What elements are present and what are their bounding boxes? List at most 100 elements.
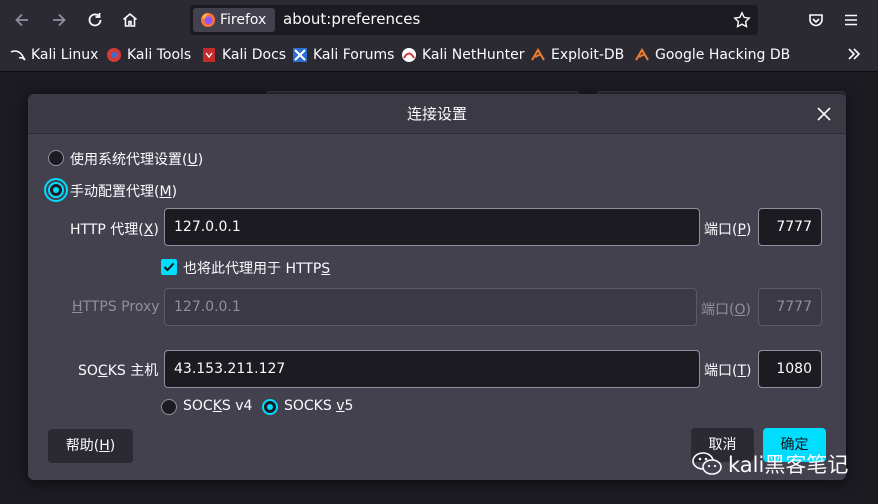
label-text: 也将此代理用于 HTTP — [183, 261, 322, 277]
help-button[interactable]: 帮助(H) — [48, 429, 133, 463]
label-text: 5 — [344, 398, 354, 414]
access-key: S — [321, 261, 331, 277]
bookmark-kali-docs[interactable]: Kali Docs — [201, 47, 286, 63]
exploit-db-icon — [531, 48, 545, 61]
system-proxy-radio[interactable] — [48, 150, 64, 166]
access-key: T — [737, 363, 747, 379]
bookmark-label: Kali Forums — [313, 47, 395, 63]
label-text: ) — [153, 222, 159, 238]
label-text: 端口( — [704, 222, 738, 238]
browser-toolbar: Firefox about:preferences — [0, 0, 878, 40]
socks-host-label: SOCKS 主机 — [78, 360, 158, 380]
label-text: S v4 — [221, 398, 253, 414]
hamburger-menu-icon — [845, 14, 857, 26]
label-text: 帮助( — [65, 438, 100, 454]
https-proxy-label: HTTPS Proxy — [72, 299, 160, 315]
back-button[interactable] — [8, 6, 36, 34]
menu-button[interactable] — [837, 6, 865, 34]
bookmark-exploit-db[interactable]: Exploit-DB — [530, 47, 624, 63]
http-proxy-label: HTTP 代理(X) — [70, 219, 159, 239]
access-key: C — [97, 363, 108, 379]
identity-box[interactable]: Firefox — [193, 8, 275, 32]
socks-v4-radio[interactable] — [161, 399, 177, 415]
firefox-logo-icon — [201, 13, 215, 27]
dialog-title: 连接设置 — [28, 94, 846, 134]
label-text: 使用系统代理设置( — [70, 152, 188, 168]
access-key: K — [212, 398, 222, 414]
label-text: SOCKS — [284, 398, 337, 414]
label-text: SOC — [183, 398, 213, 414]
access-key: H — [72, 299, 83, 315]
bookmark-label: Exploit-DB — [551, 47, 625, 63]
http-port-input[interactable]: 7777 — [758, 208, 822, 246]
forward-button[interactable] — [45, 6, 73, 34]
label-text: ) — [171, 184, 178, 200]
wechat-logo-icon — [692, 452, 722, 475]
manual-proxy-label[interactable]: 手动配置代理(M) — [70, 181, 177, 201]
bookmark-label: Kali Linux — [31, 47, 99, 63]
bookmark-google-hacking-db[interactable]: Google Hacking DB — [634, 47, 790, 63]
reload-icon — [88, 13, 102, 27]
bookmark-label: Kali NetHunter — [422, 47, 525, 63]
identity-label: Firefox — [220, 12, 267, 28]
socks-port-label: 端口(T) — [704, 360, 752, 380]
bookmark-kali-forums[interactable]: Kali Forums — [292, 47, 394, 63]
socks-port-input[interactable]: 1080 — [758, 350, 822, 388]
close-icon[interactable] — [814, 104, 834, 124]
https-port-input[interactable]: 7777 — [758, 288, 822, 326]
kali-nethunter-icon — [402, 48, 416, 62]
label-text: ) — [745, 302, 751, 318]
bookmark-star-icon[interactable] — [733, 11, 751, 29]
bookmark-kali-linux[interactable]: Kali Linux — [10, 47, 98, 63]
label-text: 手动配置代理( — [70, 184, 160, 200]
label-text: ) — [745, 222, 752, 238]
url-bar[interactable]: Firefox about:preferences — [190, 5, 758, 35]
chevron-double-right-icon — [848, 48, 861, 60]
access-key: v — [336, 398, 345, 414]
home-button[interactable] — [116, 6, 144, 34]
label-text: 端口( — [701, 302, 735, 318]
manual-proxy-radio[interactable] — [48, 182, 64, 198]
watermark-text: kali黑客笔记 — [728, 453, 849, 477]
url-text[interactable]: about:preferences — [283, 10, 420, 28]
also-https-checkbox[interactable] — [161, 259, 177, 275]
access-key: X — [143, 222, 154, 238]
home-icon — [122, 12, 138, 27]
system-proxy-label[interactable]: 使用系统代理设置(U) — [70, 149, 203, 169]
access-key: M — [159, 184, 172, 200]
socks-v5-label[interactable]: SOCKS v5 — [284, 398, 353, 414]
pocket-button[interactable] — [802, 6, 830, 34]
label-text: ) — [109, 438, 116, 454]
label-text: 端口( — [704, 363, 738, 379]
bookmark-kali-nethunter[interactable]: Kali NetHunter — [401, 47, 524, 63]
label-text: ) — [746, 363, 752, 379]
kali-forums-icon — [293, 48, 307, 62]
kali-docs-icon — [203, 48, 215, 62]
http-port-label: 端口(P) — [704, 219, 751, 239]
also-https-label[interactable]: 也将此代理用于 HTTPS — [183, 258, 330, 278]
socks-host-input[interactable]: 43.153.211.127 — [164, 350, 700, 388]
watermark: kali黑客笔记 — [692, 449, 848, 479]
connection-settings-dialog: 连接设置 使用系统代理设置(U) 手动配置代理(M) HTTP 代理(X) 12… — [28, 94, 846, 480]
kali-dragon-icon — [10, 50, 26, 61]
socks-v5-radio[interactable] — [262, 399, 278, 415]
access-key: U — [187, 152, 198, 168]
https-proxy-input[interactable]: 127.0.0.1 — [164, 288, 697, 326]
access-key: P — [737, 222, 746, 238]
socks-v4-label[interactable]: SOCKS v4 — [183, 398, 252, 414]
bookmark-label: Kali Docs — [222, 47, 287, 63]
label-text: HTTP 代理( — [70, 222, 144, 238]
label-text: SO — [78, 363, 98, 379]
label-text: ) — [197, 152, 204, 168]
access-key: O — [734, 302, 746, 318]
label-text: KS 主机 — [107, 363, 159, 379]
bookmarks-toolbar: Kali Linux Kali Tools Kali Docs Kali For… — [0, 40, 878, 72]
http-proxy-input[interactable]: 127.0.0.1 — [164, 208, 700, 246]
pocket-icon — [809, 14, 823, 27]
access-key: H — [99, 438, 110, 454]
back-arrow-icon — [15, 13, 28, 27]
bookmark-kali-tools[interactable]: Kali Tools — [106, 47, 191, 63]
bookmarks-overflow-button[interactable] — [846, 46, 862, 62]
forward-arrow-icon — [53, 13, 66, 27]
reload-button[interactable] — [81, 6, 109, 34]
